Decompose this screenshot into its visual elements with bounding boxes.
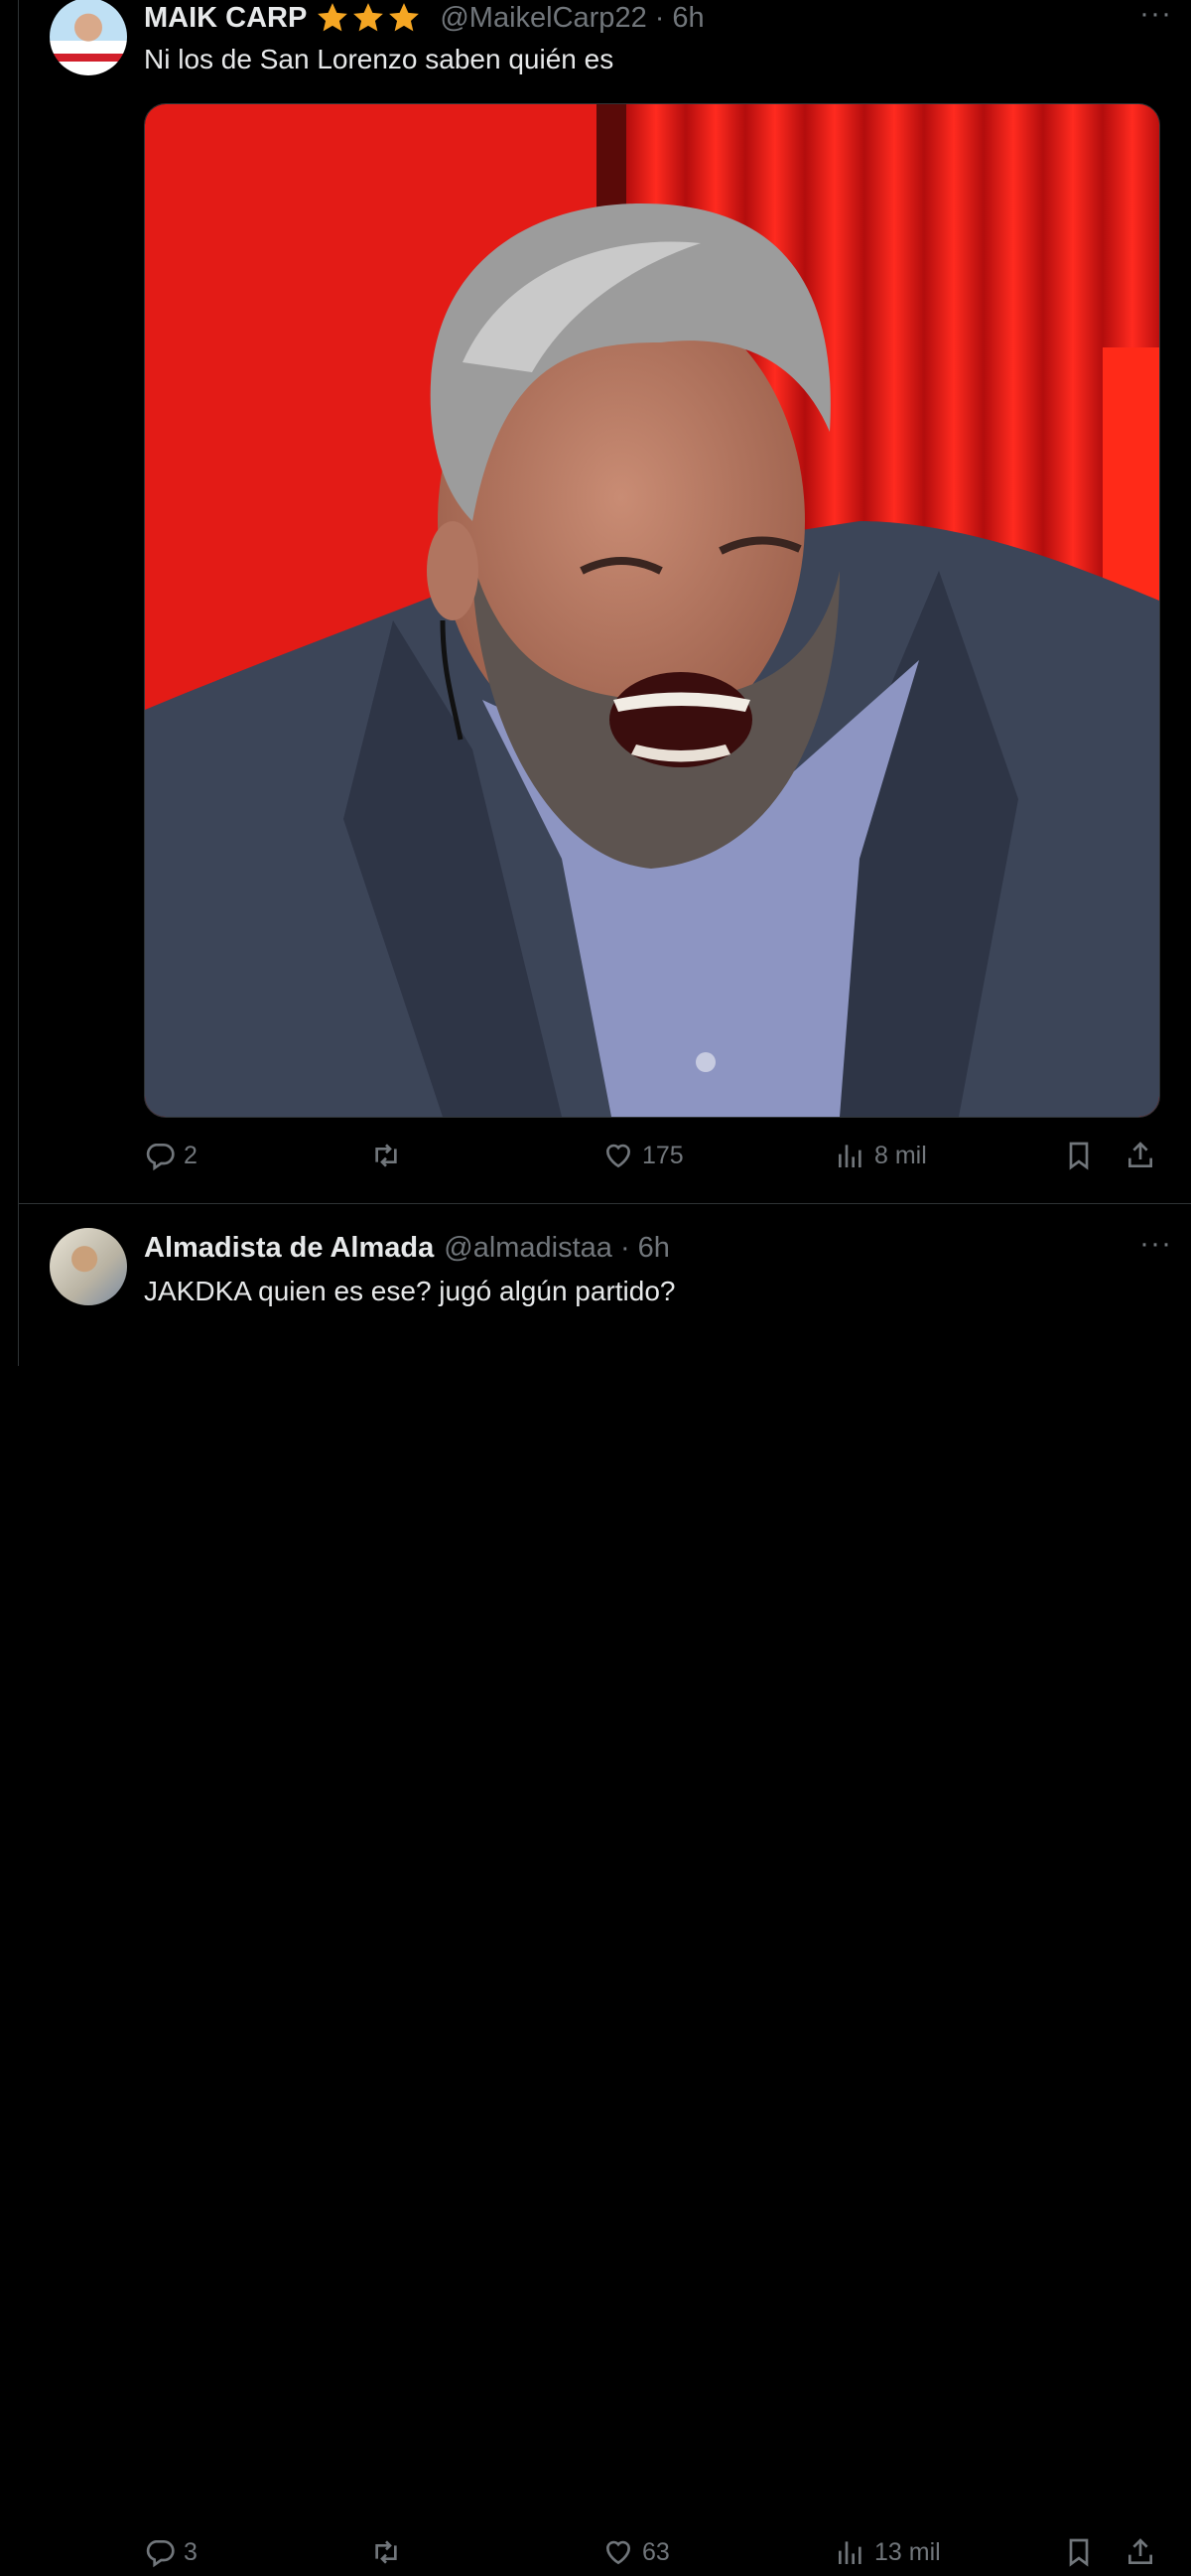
views-icon xyxy=(839,1145,861,1167)
like-icon xyxy=(605,1144,631,1168)
tweet-text: Ni los de San Lorenzo saben quién es xyxy=(144,44,614,74)
author-handle[interactable]: @MaikelCarp22 xyxy=(440,2,646,35)
bookmark-icon xyxy=(1069,2538,1089,2567)
views-button[interactable]: 13 mil xyxy=(835,2536,941,2568)
like-count: 175 xyxy=(642,1141,684,1169)
avatar[interactable] xyxy=(50,0,127,75)
retweet-button[interactable] xyxy=(370,1140,410,1171)
tweet-header: MAIK CARP @MaikelCarp22 · 6h xyxy=(144,0,705,36)
separator: · xyxy=(654,1,665,34)
reply-icon xyxy=(146,2540,175,2568)
bookmark-icon xyxy=(1069,1142,1089,1170)
bookmark-button[interactable] xyxy=(1063,1140,1095,1171)
retweet-icon xyxy=(375,2540,397,2564)
bookmark-button[interactable] xyxy=(1063,2536,1095,2568)
views-count: 13 mil xyxy=(874,2537,941,2566)
tweet-actions: 2 175 8 mil xyxy=(144,1140,1176,1179)
tweet[interactable]: MAIK CARP @MaikelCarp22 · 6h ··· Ni los … xyxy=(19,0,1191,1204)
author-name[interactable]: Almadista de Almada xyxy=(144,1232,434,1265)
tweet-media-image[interactable] xyxy=(144,103,1160,1118)
share-icon xyxy=(1128,2538,1152,2564)
tweet-header: Almadista de Almada @almadistaa · 6h xyxy=(144,1230,670,1266)
left-rail xyxy=(0,0,19,1366)
like-icon xyxy=(605,2540,631,2565)
timestamp[interactable]: 6h xyxy=(672,2,704,35)
reply-count: 3 xyxy=(184,2537,198,2566)
avatar[interactable] xyxy=(50,1228,127,1305)
star-badges xyxy=(315,1,422,35)
share-button[interactable] xyxy=(1125,2536,1156,2568)
reply-button[interactable]: 3 xyxy=(144,2536,198,2568)
share-icon xyxy=(1128,1142,1152,1167)
retweet-icon xyxy=(375,1144,397,1167)
author-handle[interactable]: @almadistaa xyxy=(444,1232,612,1265)
views-button[interactable]: 8 mil xyxy=(835,1140,927,1171)
tweet-text: JAKDKA quien es ese? jugó algún partido? xyxy=(144,1276,676,1306)
star-icon xyxy=(318,3,348,32)
tweet[interactable]: Almadista de Almada @almadistaa · 6h ···… xyxy=(19,1204,1191,2568)
like-button[interactable]: 63 xyxy=(602,2536,670,2568)
more-options-icon[interactable]: ··· xyxy=(1139,1229,1172,1259)
like-count: 63 xyxy=(642,2537,670,2566)
star-icon xyxy=(353,3,384,32)
timestamp[interactable]: 6h xyxy=(638,1232,670,1265)
author-name[interactable]: MAIK CARP xyxy=(144,2,307,35)
more-options-icon[interactable]: ··· xyxy=(1139,0,1172,29)
like-button[interactable]: 175 xyxy=(602,1140,684,1171)
separator: · xyxy=(619,1231,630,1264)
reply-count: 2 xyxy=(184,1141,198,1169)
reply-icon xyxy=(146,1144,175,1171)
retweet-button[interactable] xyxy=(370,2536,410,2568)
star-icon xyxy=(389,3,420,32)
views-icon xyxy=(839,2541,861,2564)
media-photo xyxy=(145,104,1159,1117)
views-count: 8 mil xyxy=(874,1141,927,1169)
share-button[interactable] xyxy=(1125,1140,1156,1171)
tweet-actions: 3 63 13 mil xyxy=(144,2536,1176,2576)
reply-button[interactable]: 2 xyxy=(144,1140,198,1171)
